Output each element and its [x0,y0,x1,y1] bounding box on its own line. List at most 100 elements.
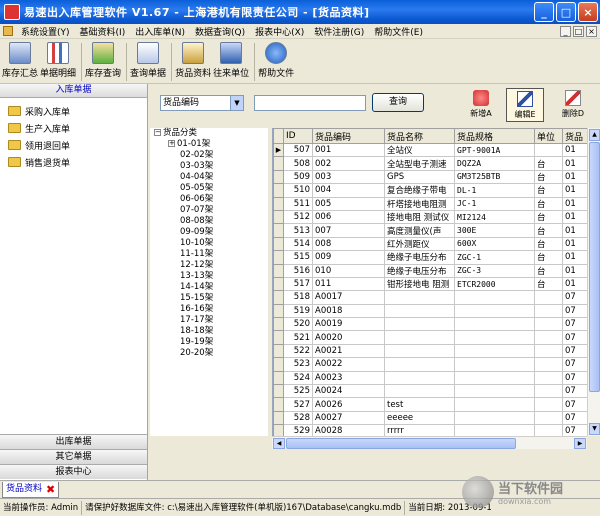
table-cell[interactable]: 529 [283,424,313,436]
menu-help[interactable]: 帮助文件(E) [369,25,428,38]
table-cell[interactable]: 514 [283,237,313,252]
tree-node[interactable]: 14-14架 [150,282,268,293]
row-indicator[interactable] [273,397,284,412]
column-header[interactable]: 货品编码 [312,128,385,144]
table-cell[interactable] [534,424,563,436]
row-indicator[interactable] [273,196,284,211]
goods-data-button[interactable]: 货品资料 [175,40,211,79]
tree-node[interactable]: 16-16架 [150,304,268,315]
table-cell[interactable] [534,344,563,359]
table-cell[interactable]: 绝缘子电压分布 [384,264,455,278]
tab-goods-data[interactable]: 货品资料 ✖ [2,482,60,498]
table-cell[interactable] [454,397,535,412]
table-cell[interactable]: 525 [283,384,313,399]
table-cell[interactable]: 008 [312,237,385,252]
table-cell[interactable]: DL-1 [454,183,535,198]
table-cell[interactable]: 524 [283,371,313,386]
row-indicator[interactable] [273,276,284,292]
table-cell[interactable] [534,371,563,386]
row-indicator[interactable] [273,317,284,332]
table-cell[interactable]: JC-1 [454,197,535,211]
table-row[interactable]: 520 A0019 07 [273,317,593,332]
column-header[interactable]: 货品名称 [384,128,455,144]
table-cell[interactable] [534,330,563,345]
tree-node[interactable]: 07-07架 [150,205,268,216]
mdi-minimize-button[interactable]: _ [560,25,571,37]
table-row[interactable]: ▶ 507 001 全站仪 GPT-9001A 01 [273,142,593,158]
table-cell[interactable]: A0024 [312,384,385,399]
table-cell[interactable]: 520 [283,317,313,332]
tree-node[interactable]: 20-20架 [150,348,268,359]
table-cell[interactable] [384,357,455,372]
stock-summary-button[interactable]: 库存汇总 [2,40,38,79]
table-row[interactable]: 523 A0022 07 [273,357,593,372]
table-cell[interactable]: 接地电阻 测试仪 [384,210,455,225]
table-cell[interactable]: A0026 [312,397,385,412]
scroll-left-icon[interactable]: ◀ [273,438,285,449]
table-cell[interactable]: 004 [312,183,385,198]
table-cell[interactable] [384,371,455,386]
table-cell[interactable] [454,317,535,332]
table-cell[interactable] [534,290,563,305]
table-row[interactable]: 511 005 杆塔接地电阻测 JC-1 台 01 [273,196,593,211]
table-cell[interactable]: 522 [283,344,313,359]
table-cell[interactable]: A0022 [312,357,385,372]
table-cell[interactable]: 台 [534,156,563,171]
tree-node[interactable]: +01-01架 [150,139,268,150]
scroll-down-icon[interactable]: ▼ [589,423,600,435]
table-cell[interactable]: GM3T25BTB [454,170,535,185]
title-bar[interactable]: 易速出入库管理软件 V1.67 - 上海港机有限责任公司 - [货品资料] _ … [0,0,600,24]
tree-node[interactable]: 11-11架 [150,249,268,260]
menu-report-center[interactable]: 报表中心(X) [250,25,309,38]
mdi-restore-button[interactable]: □ [573,25,584,37]
table-cell[interactable]: 512 [283,210,313,225]
table-row[interactable]: 525 A0024 07 [273,384,593,399]
table-cell[interactable]: 527 [283,397,313,412]
vertical-scrollbar[interactable]: ▲ ▼ [587,128,600,436]
horizontal-scrollbar[interactable]: ◀ ▶ [272,436,587,449]
tree-node[interactable]: 02-02架 [150,150,268,161]
table-cell[interactable]: 011 [312,277,385,292]
table-cell[interactable]: 528 [283,411,313,426]
row-indicator[interactable] [273,343,284,359]
table-row[interactable]: 521 A0020 07 [273,330,593,345]
table-cell[interactable]: 515 [283,250,313,265]
table-cell[interactable] [534,143,563,158]
row-indicator[interactable]: ▶ [273,142,284,158]
help-button[interactable]: 帮助文件 [258,40,294,79]
tree-node[interactable]: 08-08架 [150,216,268,227]
table-cell[interactable]: 台 [534,237,563,252]
table-cell[interactable]: 003 [312,170,385,185]
table-cell[interactable]: A0027 [312,411,385,426]
tree-node[interactable]: 19-19架 [150,337,268,348]
row-indicator[interactable] [273,384,284,399]
row-indicator[interactable] [273,357,284,372]
table-cell[interactable] [384,317,455,332]
table-cell[interactable] [384,330,455,345]
row-indicator[interactable] [273,303,284,319]
table-cell[interactable]: 519 [283,304,313,319]
table-cell[interactable]: 005 [312,197,385,211]
tree-node[interactable]: 05-05架 [150,183,268,194]
table-cell[interactable]: A0021 [312,344,385,359]
column-header[interactable]: 货品规格 [454,128,535,144]
chevron-down-icon[interactable]: ▼ [230,96,243,110]
table-cell[interactable] [384,304,455,319]
table-cell[interactable] [454,357,535,372]
scroll-thumb[interactable] [589,142,600,392]
nav-item-sales-return[interactable]: 销售退货单 [0,154,147,170]
table-cell[interactable] [454,371,535,386]
row-indicator[interactable] [273,370,284,386]
nav-item-production-inbound[interactable]: 生产入库单 [0,120,147,136]
table-cell[interactable]: 509 [283,170,313,185]
table-cell[interactable] [454,384,535,399]
table-cell[interactable]: 523 [283,357,313,372]
row-indicator[interactable] [273,236,284,252]
query-button[interactable]: 查询 [372,93,424,112]
table-cell[interactable]: 513 [283,223,313,238]
nav-item-return-usage[interactable]: 领用退回单 [0,137,147,153]
table-cell[interactable] [454,424,535,436]
table-cell[interactable]: 300E [454,223,535,238]
table-cell[interactable]: 001 [312,143,385,158]
minimize-button[interactable]: _ [534,2,554,22]
